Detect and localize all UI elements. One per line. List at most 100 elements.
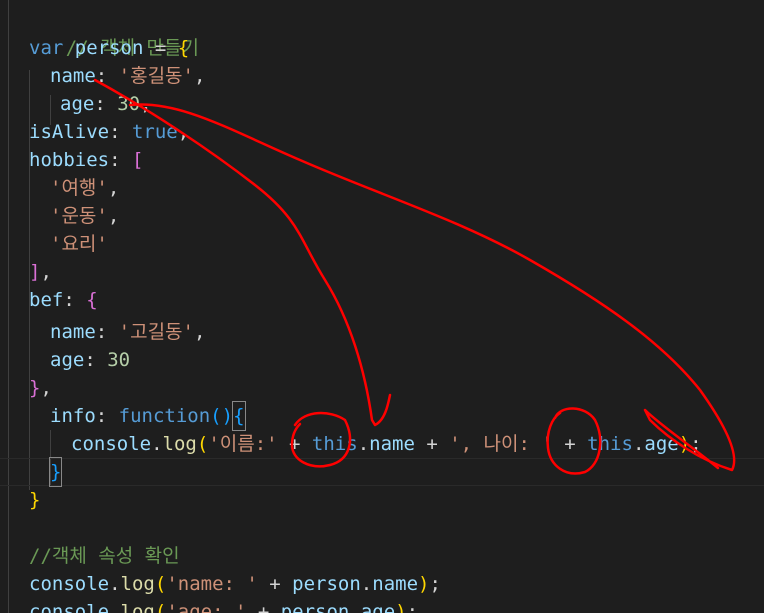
string-value: '이름:' xyxy=(208,433,278,455)
brace-open: { xyxy=(232,401,246,431)
paren-open: ( xyxy=(196,433,209,455)
operator: + xyxy=(246,601,281,613)
paren-close: ) xyxy=(418,573,430,595)
code-editor[interactable]: // 객체 만들기 var person = { name: '홍길동', ag… xyxy=(0,0,764,613)
dot: . xyxy=(632,433,645,455)
semicolon: ; xyxy=(406,601,419,613)
comma: , xyxy=(140,93,152,115)
code-line-var-person: var person = { xyxy=(29,34,189,62)
comma: , xyxy=(193,65,206,87)
identifier-console: console xyxy=(29,573,110,595)
property-key: name xyxy=(50,321,96,343)
code-line-hobby: '요리' xyxy=(50,230,108,258)
brace-open: { xyxy=(86,289,98,311)
string-value: '운동' xyxy=(50,205,108,227)
property-age: age xyxy=(360,601,396,613)
brace-close: } xyxy=(29,489,41,511)
colon: : xyxy=(84,349,108,371)
code-line-console-log-name: console.log('name: ' + person.name); xyxy=(29,570,441,598)
code-line-bracket-close: ], xyxy=(29,258,52,286)
operator: = xyxy=(143,37,178,59)
comma: , xyxy=(40,261,52,283)
property-name: name xyxy=(372,573,419,595)
comma: , xyxy=(40,377,52,399)
code-line-hobby: '운동', xyxy=(50,202,119,230)
dot: . xyxy=(109,601,121,613)
paren-open: ( xyxy=(154,573,167,595)
string-value: '여행' xyxy=(50,177,108,199)
brace-close: } xyxy=(48,457,63,487)
colon: : xyxy=(109,149,132,171)
operator: + xyxy=(552,433,588,455)
identifier-console: console xyxy=(71,433,152,455)
string-value: 'age: ' xyxy=(166,601,247,613)
comma: , xyxy=(107,177,120,199)
code-line-comment: //객체 속성 확인 xyxy=(29,542,180,570)
code-line-name: name: '홍길동', xyxy=(50,62,205,90)
string-value: 'name: ' xyxy=(166,573,258,595)
identifier-person: person xyxy=(74,37,144,59)
operator: + xyxy=(257,573,293,595)
code-line-bef-name: name: '고길동', xyxy=(50,318,205,346)
semicolon: ; xyxy=(690,433,702,455)
string-value: '홍길동' xyxy=(118,65,194,87)
comma: , xyxy=(193,321,206,343)
identifier-console: console xyxy=(29,601,110,613)
identifier-person: person xyxy=(292,573,361,595)
paren-close: ) xyxy=(678,433,691,455)
comma: , xyxy=(107,205,120,227)
property-key: hobbies xyxy=(29,149,110,171)
property-key: age xyxy=(60,93,95,115)
dot: . xyxy=(349,601,361,613)
code-line-comment: // 객체 만들기 xyxy=(20,6,199,59)
comma: , xyxy=(177,121,190,143)
code-line-isalive: isAlive: true, xyxy=(29,118,189,146)
property-key: bef xyxy=(29,289,64,311)
dot: . xyxy=(151,433,163,455)
dot: . xyxy=(357,433,370,455)
property-key: isAlive xyxy=(29,121,110,143)
boolean-value: true xyxy=(131,121,178,143)
brace-close: } xyxy=(29,377,41,399)
code-line-brace-close: }, xyxy=(29,374,52,402)
code-line-info: info: function(){ xyxy=(50,401,246,431)
bracket-open: [ xyxy=(131,149,144,171)
colon: : xyxy=(95,321,119,343)
code-line-bef-age: age: 30 xyxy=(50,346,130,374)
number-value: 30 xyxy=(107,349,131,371)
property-key: name xyxy=(50,65,96,87)
colon: : xyxy=(95,405,119,427)
property-key: info xyxy=(50,405,96,427)
method-log: log xyxy=(162,433,197,455)
indent-guide xyxy=(8,0,9,613)
code-line-hobby: '여행', xyxy=(50,174,119,202)
keyword-var: var xyxy=(29,37,64,59)
number-value: 30 xyxy=(117,93,141,115)
operator: + xyxy=(414,433,450,455)
property-name: name xyxy=(369,433,415,455)
method-log: log xyxy=(120,573,155,595)
string-value: ', 나이: ' xyxy=(449,433,553,455)
paren-open: ( xyxy=(154,601,167,613)
code-line-console-log: console.log('이름:' + this.name + ', 나이: '… xyxy=(71,430,702,458)
bracket-close: ] xyxy=(29,261,41,283)
dot: . xyxy=(109,573,121,595)
colon: : xyxy=(95,65,119,87)
code-line-info-close: } xyxy=(48,457,63,487)
comment: //객체 속성 확인 xyxy=(29,545,180,567)
method-log: log xyxy=(120,601,155,613)
keyword-function: function xyxy=(118,405,211,427)
code-line-console-log-age: console.log('age: ' + person.age); xyxy=(29,598,418,613)
semicolon: ; xyxy=(429,573,441,595)
code-line-bef: bef: { xyxy=(29,286,98,314)
string-value: '요리' xyxy=(50,233,108,255)
current-line-highlight xyxy=(0,458,764,486)
dot: . xyxy=(360,573,373,595)
paren-close: ) xyxy=(395,601,407,613)
property-age: age xyxy=(644,433,679,455)
string-value: '고길동' xyxy=(118,321,194,343)
parens: () xyxy=(210,405,234,427)
code-line-hobbies: hobbies: [ xyxy=(29,146,143,174)
identifier-person: person xyxy=(280,601,350,613)
code-line-person-close: } xyxy=(29,486,40,514)
